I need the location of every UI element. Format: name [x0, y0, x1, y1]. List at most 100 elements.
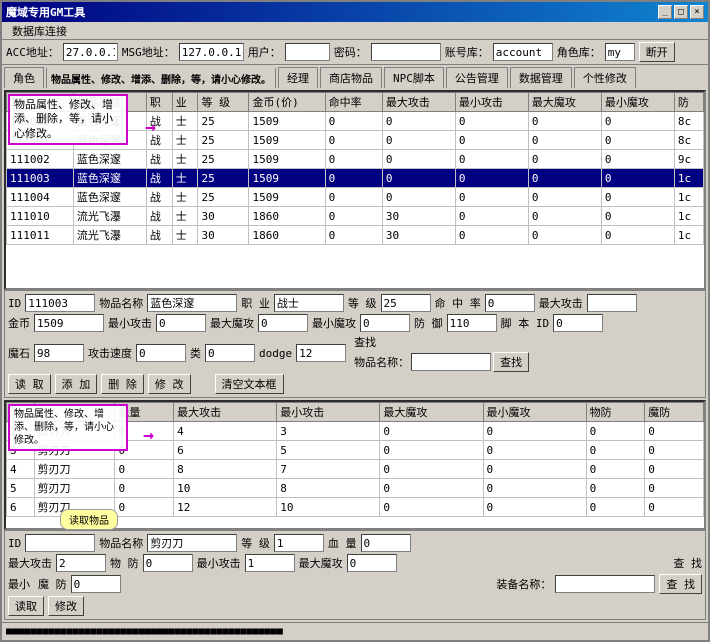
maxatk-input[interactable]: [587, 294, 637, 312]
add-item-button[interactable]: 添 加: [55, 374, 98, 394]
account-input[interactable]: [493, 43, 553, 61]
bcol-id: [7, 403, 35, 422]
equip-search-button[interactable]: 查 找: [659, 574, 702, 594]
def-input[interactable]: [447, 314, 497, 332]
equip-form: 读取物品 ID 物品名称 等 级 血 量 最大攻击 物 防 最小攻击 最大魔攻: [4, 530, 706, 620]
search-name-input[interactable]: [411, 353, 491, 371]
equip-minatk-label: 最小攻击: [197, 555, 241, 571]
level-input[interactable]: [381, 294, 431, 312]
role-input[interactable]: [605, 43, 635, 61]
tab-data[interactable]: 数据管理: [510, 67, 572, 88]
table-row[interactable]: 5剪刃刀01080000: [7, 479, 704, 498]
del-item-button[interactable]: 删 除: [101, 374, 144, 394]
bcol-minmatk: 最小魔攻: [483, 403, 586, 422]
equip-pdef-label: 物 防: [110, 555, 139, 571]
search-label: 查找: [354, 334, 529, 350]
top-table-wrapper[interactable]: ID 物品属性 职 业 等 级 金币(价) 命中率 最大攻击 最小攻击 最大魔攻…: [6, 92, 704, 288]
dodge-label: dodge: [259, 347, 292, 360]
account-label: 账号库：: [445, 44, 489, 60]
col-level: 等 级: [198, 93, 249, 112]
bcol-name: [34, 403, 115, 422]
equip-hp-input[interactable]: [361, 534, 411, 552]
table-row[interactable]: 111004蓝色深邃战士251509000001c: [7, 188, 704, 207]
tab-npc[interactable]: NPC脚本: [384, 67, 444, 88]
pwd-input[interactable]: [371, 43, 441, 61]
moshi-input[interactable]: [34, 344, 84, 362]
table-row[interactable]: 111010流光飞瀑战士3018600300001c: [7, 207, 704, 226]
equip-minatk-input[interactable]: [245, 554, 295, 572]
bcol-maxmatk: 最大魔攻: [380, 403, 483, 422]
col-def: 防: [674, 93, 703, 112]
table-row[interactable]: 111001蓝色深邃战士251509000008c: [7, 131, 704, 150]
close-button[interactable]: ×: [690, 5, 704, 19]
bcol-hp: 血量: [115, 403, 174, 422]
equip-ename-label: 装备名称：: [496, 576, 551, 592]
minatk-input[interactable]: [156, 314, 206, 332]
search-name-label: 物品名称：: [354, 354, 409, 370]
equip-maxmatk-label: 最大魔攻: [299, 555, 343, 571]
table-row[interactable]: 2剪刃刀0430000: [7, 422, 704, 441]
menu-bar: 数据库连接: [2, 22, 708, 40]
read-item-button[interactable]: 读 取: [8, 374, 51, 394]
equip-search-label: 查 找: [673, 555, 702, 571]
equip-maxatk-input[interactable]: [56, 554, 106, 572]
maxmatk-input[interactable]: [258, 314, 308, 332]
dodge-input[interactable]: [296, 344, 346, 362]
job-input[interactable]: [274, 294, 344, 312]
tab-shop[interactable]: 商店物品: [320, 67, 382, 88]
gold-input[interactable]: [34, 314, 104, 332]
top-table-section: 物品属性、修改、增添、删除，等，请小心修改。 → ID 物品属性 职 业 等 级…: [4, 90, 706, 290]
item-form: ID 物品名称 职 业 等 级 命 中 率 最大攻击 金币 最小攻击 最大魔攻: [4, 290, 706, 398]
table-row[interactable]: 4剪刃刀0870000: [7, 460, 704, 479]
user-input[interactable]: [285, 43, 330, 61]
modify-item-button[interactable]: 修 改: [148, 374, 191, 394]
tab-personal[interactable]: 个性修改: [574, 67, 636, 88]
equip-pdef-input[interactable]: [143, 554, 193, 572]
status-text: ■■■■■■■■■■■■■■■■■■■■■■■■■■■■■■■■■■■■■■■■…: [6, 626, 283, 637]
window-title: 魔域专用GM工具: [6, 4, 85, 20]
tab-role[interactable]: 角色: [4, 67, 44, 88]
equip-read-button[interactable]: 读取: [8, 596, 44, 616]
table-row[interactable]: 111011流光飞瀑战士3018600300001c: [7, 226, 704, 245]
minmatk-input[interactable]: [360, 314, 410, 332]
tab-notice[interactable]: 公告管理: [446, 67, 508, 88]
minimize-button[interactable]: _: [658, 5, 672, 19]
equip-maxmatk-input[interactable]: [347, 554, 397, 572]
equip-id-input[interactable]: [25, 534, 95, 552]
equip-mdef-input[interactable]: [71, 575, 121, 593]
table-row[interactable]: 111002蓝色深邃战士251509000009c: [7, 150, 704, 169]
bcol-mdef: 魔防: [645, 403, 704, 422]
menu-db[interactable]: 数据库连接: [6, 21, 73, 41]
search-items-button[interactable]: 查找: [493, 352, 529, 372]
level-label: 等 级: [348, 295, 377, 311]
name-input[interactable]: [147, 294, 237, 312]
table-row[interactable]: 111000蓝色深邃战士251509000008c: [7, 112, 704, 131]
maximize-button[interactable]: □: [674, 5, 688, 19]
main-window: 魔域专用GM工具 _ □ × 数据库连接 ACC地址： MSG地址： 用户： 密…: [0, 0, 710, 642]
msg-label: MSG地址：: [122, 44, 175, 60]
col-job2: 业: [172, 93, 198, 112]
equip-modify-button[interactable]: 修改: [48, 596, 84, 616]
foot-input[interactable]: [553, 314, 603, 332]
title-bar: 魔域专用GM工具 _ □ ×: [2, 2, 708, 22]
equip-search-input[interactable]: [555, 575, 655, 593]
hit-input[interactable]: [485, 294, 535, 312]
clear-text-button[interactable]: 清空文本框: [215, 374, 284, 394]
tab-items[interactable]: 物品属性、修改、增添、删除，等，请小心修改。: [46, 67, 276, 88]
equip-level-label: 等 级: [241, 535, 270, 551]
id-input[interactable]: [25, 294, 95, 312]
type-input[interactable]: [205, 344, 255, 362]
col-minmatk: 最小魔攻: [601, 93, 674, 112]
name-label: 物品名称: [99, 295, 143, 311]
table-row[interactable]: 3剪刃刀0650000: [7, 441, 704, 460]
id-label: ID: [8, 297, 21, 310]
equip-name-input[interactable]: [147, 534, 237, 552]
disconnect-button[interactable]: 断开: [639, 42, 675, 62]
acc-input[interactable]: [63, 43, 118, 61]
table-row[interactable]: 111003蓝色深邃战士251509000001c: [7, 169, 704, 188]
equip-level-input[interactable]: [274, 534, 324, 552]
speed-input[interactable]: [136, 344, 186, 362]
col-name: 物品属性: [73, 93, 146, 112]
msg-input[interactable]: [179, 43, 244, 61]
tab-manager[interactable]: 经理: [278, 67, 318, 88]
